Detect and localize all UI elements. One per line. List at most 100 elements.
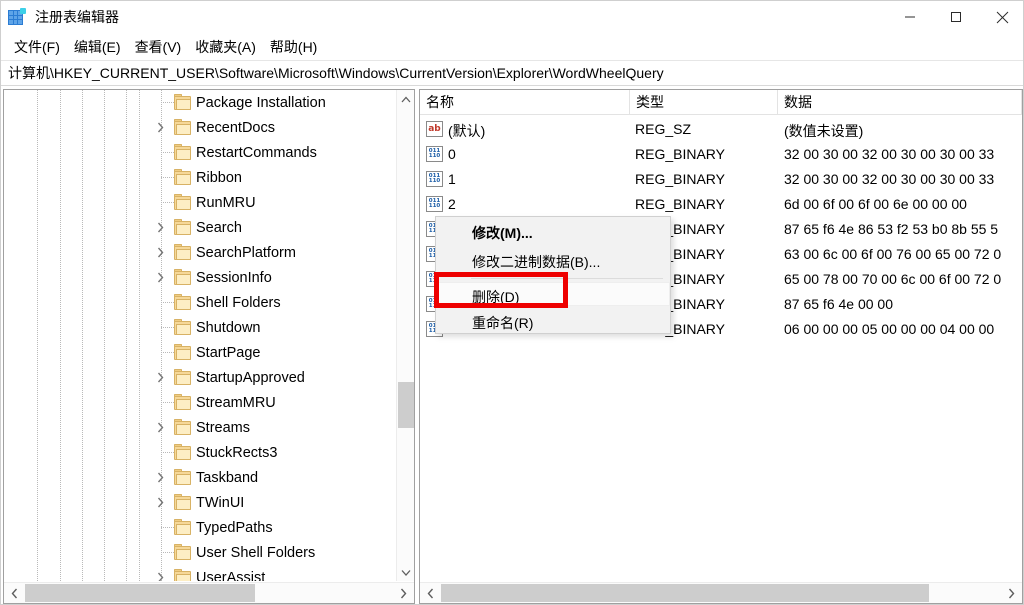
menu-bar: 文件(F) 编辑(E) 查看(V) 收藏夹(A) 帮助(H): [1, 35, 1023, 59]
tree-item-restartcommands[interactable]: RestartCommands: [4, 140, 396, 165]
tree-connector: [161, 352, 175, 353]
folder-icon: [174, 294, 191, 310]
folder-icon: [174, 344, 191, 360]
scroll-left-icon[interactable]: [420, 583, 441, 603]
tree-item-runmru[interactable]: RunMRU: [4, 190, 396, 215]
chevron-right-icon[interactable]: [152, 415, 168, 440]
menu-edit[interactable]: 编辑(E): [67, 35, 128, 59]
menu-file[interactable]: 文件(F): [7, 35, 67, 59]
column-name[interactable]: 名称: [420, 90, 630, 114]
tree-item-startpage[interactable]: StartPage: [4, 340, 396, 365]
chevron-right-icon[interactable]: [152, 365, 168, 390]
registry-tree[interactable]: Package Installation RecentDocs RestartCom…: [4, 90, 396, 581]
chevron-right-icon[interactable]: [152, 465, 168, 490]
folder-icon: [174, 269, 191, 285]
context-menu-item-2[interactable]: 删除(D): [437, 284, 671, 310]
tree-item-searchplatform[interactable]: SearchPlatform: [4, 240, 396, 265]
tree-item-recentdocs[interactable]: RecentDocs: [4, 115, 396, 140]
tree-connector: [161, 202, 175, 203]
value-type: REG_BINARY: [635, 171, 725, 187]
tree-item-label: Search: [196, 219, 242, 236]
scroll-up-icon[interactable]: [397, 90, 414, 108]
list-horizontal-scrollbar[interactable]: [420, 582, 1022, 603]
title-bar: 注册表编辑器: [1, 1, 1023, 33]
tree-item-user-shell-folders[interactable]: User Shell Folders: [4, 540, 396, 565]
value-type: REG_BINARY: [635, 146, 725, 162]
value-name: 1: [448, 171, 456, 187]
value-data: 87 65 f6 4e 00 00: [784, 296, 893, 312]
tree-item-label: UserAssist: [196, 569, 266, 582]
chevron-right-icon[interactable]: [152, 215, 168, 240]
tree-item-streams[interactable]: Streams: [4, 415, 396, 440]
scroll-right-icon[interactable]: [393, 583, 414, 603]
context-menu-item-0[interactable]: 修改(M)...: [437, 220, 671, 246]
value-type: REG_BINARY: [635, 196, 725, 212]
tree-item-label: StreamMRU: [196, 394, 276, 411]
menu-favorites[interactable]: 收藏夹(A): [188, 35, 263, 59]
table-row[interactable]: 011 110 2 REG_BINARY 6d 00 6f 00 6f 00 6e 00…: [420, 192, 1022, 217]
table-row[interactable]: 011 110 1 REG_BINARY 32 00 30 00 32 00 30 00…: [420, 167, 1022, 192]
maximize-button[interactable]: [933, 1, 979, 33]
tree-vertical-scrollbar[interactable]: [396, 90, 414, 581]
minimize-button[interactable]: [887, 1, 933, 33]
list-hscroll-thumb[interactable]: [441, 584, 929, 602]
value-data: 32 00 30 00 32 00 30 00 30 00 33: [784, 146, 995, 162]
tree-item-package-installation[interactable]: Package Installation: [4, 90, 396, 115]
folder-icon: [174, 119, 191, 135]
column-type[interactable]: 类型: [630, 90, 778, 114]
scroll-right-icon[interactable]: [1001, 583, 1022, 603]
window-title: 注册表编辑器: [35, 9, 119, 25]
folder-icon: [174, 219, 191, 235]
chevron-right-icon[interactable]: [152, 240, 168, 265]
tree-connector: [161, 302, 175, 303]
tree-scroll-thumb[interactable]: [398, 382, 414, 428]
tree-connector: [161, 527, 175, 528]
scroll-left-icon[interactable]: [4, 583, 25, 603]
tree-item-taskband[interactable]: Taskband: [4, 465, 396, 490]
menu-separator: [471, 278, 663, 279]
value-name: 0: [448, 146, 456, 162]
tree-item-search[interactable]: Search: [4, 215, 396, 240]
tree-hscroll-thumb[interactable]: [25, 584, 255, 602]
tree-connector: [161, 152, 175, 153]
context-menu-item-3[interactable]: 重命名(R): [437, 310, 671, 336]
folder-icon: [174, 444, 191, 460]
tree-item-label: RecentDocs: [196, 119, 275, 136]
chevron-right-icon[interactable]: [152, 115, 168, 140]
folder-icon: [174, 469, 191, 485]
tree-item-label: Package Installation: [196, 94, 326, 111]
tree-item-shell-folders[interactable]: Shell Folders: [4, 290, 396, 315]
table-row[interactable]: 011 110 0 REG_BINARY 32 00 30 00 32 00 30 00…: [420, 142, 1022, 167]
tree-item-streammru[interactable]: StreamMRU: [4, 390, 396, 415]
context-menu[interactable]: 修改(M)... 修改二进制数据(B)... 删除(D) 重命名(R): [435, 216, 671, 334]
context-menu-item-1[interactable]: 修改二进制数据(B)...: [437, 249, 671, 275]
chevron-right-icon[interactable]: [152, 565, 168, 581]
tree-item-label: Shell Folders: [196, 294, 281, 311]
column-data[interactable]: 数据: [778, 90, 1022, 114]
tree-item-stuckrects3[interactable]: StuckRects3: [4, 440, 396, 465]
tree-item-userassist[interactable]: UserAssist: [4, 565, 396, 581]
value-name: 2: [448, 196, 456, 212]
close-button[interactable]: [979, 1, 1023, 33]
chevron-right-icon[interactable]: [152, 265, 168, 290]
scroll-down-icon[interactable]: [397, 563, 414, 581]
chevron-right-icon[interactable]: [152, 490, 168, 515]
tree-item-label: SearchPlatform: [196, 244, 296, 261]
tree-item-twinui[interactable]: TWinUI: [4, 490, 396, 515]
tree-item-startupapproved[interactable]: StartupApproved: [4, 365, 396, 390]
tree-horizontal-scrollbar[interactable]: [4, 582, 414, 603]
tree-item-ribbon[interactable]: Ribbon: [4, 165, 396, 190]
tree-item-label: Taskband: [196, 469, 259, 486]
table-row[interactable]: ab (默认) REG_SZ (数值未设置): [420, 117, 1022, 142]
menu-view[interactable]: 查看(V): [128, 35, 189, 59]
menu-help[interactable]: 帮助(H): [263, 35, 324, 59]
value-data: 06 00 00 00 05 00 00 00 04 00 00: [784, 321, 995, 337]
address-bar[interactable]: 计算机\HKEY_CURRENT_USER\Software\Microsoft…: [1, 60, 1023, 86]
tree-connector: [161, 552, 175, 553]
registry-tree-panel: Package Installation RecentDocs RestartCom…: [3, 89, 415, 604]
folder-icon: [174, 369, 191, 385]
folder-icon: [174, 494, 191, 510]
tree-item-typedpaths[interactable]: TypedPaths: [4, 515, 396, 540]
tree-item-shutdown[interactable]: Shutdown: [4, 315, 396, 340]
tree-item-sessioninfo[interactable]: SessionInfo: [4, 265, 396, 290]
